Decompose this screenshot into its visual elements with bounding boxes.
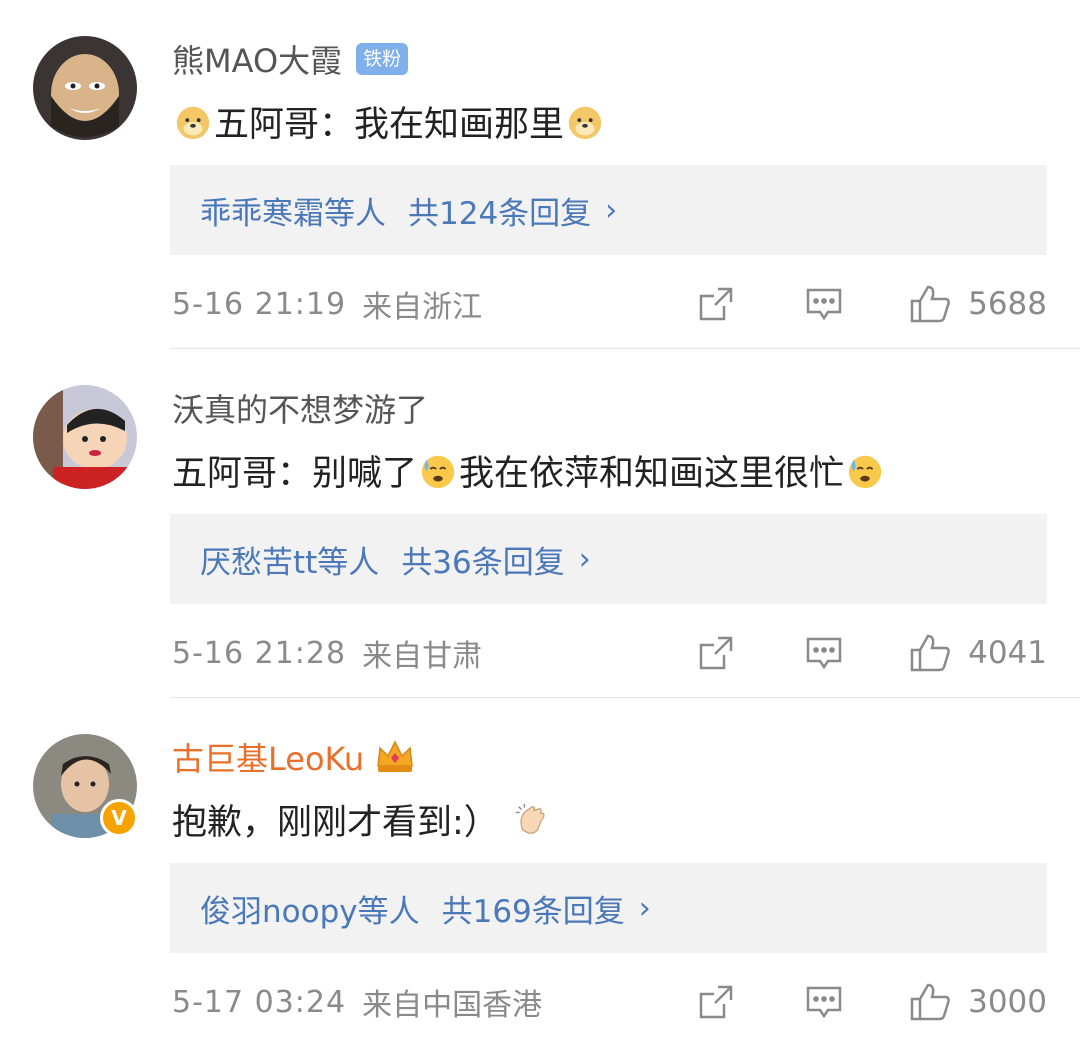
location: 来自浙江 [362, 290, 483, 325]
timestamp: 5-16 21:19 [172, 286, 347, 322]
location: 来自甘肃 [362, 639, 483, 674]
comment-meta: 5-17 03:24 来自中国香港 3000 [172, 980, 1047, 1024]
fan-badge: 铁粉 [356, 43, 409, 75]
thumbs-up-icon[interactable] [908, 283, 952, 325]
username[interactable]: 沃真的不想梦游了 [172, 385, 428, 431]
timestamp: 5-17 03:24 [172, 984, 347, 1020]
comment-text: 五阿哥：别喊了 我在依萍和知画这里很忙 [172, 445, 886, 496]
comment-icon[interactable] [804, 982, 844, 1022]
share-icon[interactable] [696, 284, 736, 324]
doge-emoji [568, 106, 602, 139]
thumbs-up-icon[interactable] [908, 632, 952, 674]
comment-item: 沃真的不想梦游了 五阿哥：别喊了 我在依萍和知画这里很忙 厌愁苦tt等人 共36… [0, 349, 1080, 698]
sweat-emoji [421, 455, 455, 488]
comment-text-part: 我在依萍和知画这里很忙 [459, 454, 845, 494]
like-count: 5688 [968, 286, 1047, 322]
comment-text-body: 抱歉，刚刚才看到:） [172, 803, 499, 843]
comment-text-part: 五阿哥：别喊了 [172, 454, 418, 494]
username[interactable]: 古巨基LeoKu [172, 734, 364, 780]
reply-count: 共169条回复 [441, 893, 625, 930]
comment-item: 熊MAO大霞 铁粉 五阿哥：我在知画那里 乖乖寒霜等人 共124条回复 › 5-… [0, 0, 1080, 349]
reply-users: 乖乖寒霜等人 [200, 195, 386, 232]
sweat-emoji [848, 455, 882, 488]
avatar[interactable] [33, 385, 137, 489]
chevron-right-icon: › [605, 192, 618, 228]
comment-meta: 5-16 21:28 来自甘肃 4041 [172, 631, 1047, 675]
clap-emoji [515, 803, 545, 834]
chevron-right-icon: › [578, 541, 591, 577]
reply-users: 俊羽noopy等人 [200, 893, 420, 930]
timestamp: 5-16 21:28 [172, 635, 347, 671]
verified-badge: V [100, 799, 138, 837]
reply-users: 厌愁苦tt等人 [200, 544, 380, 581]
comment-text: 抱歉，刚刚才看到:） [172, 794, 553, 845]
share-icon[interactable] [696, 982, 736, 1022]
comment-item: V 古巨基LeoKu 抱歉，刚刚才看到:） 俊羽noopy等人 共169条回复 … [0, 698, 1080, 1047]
doge-emoji [176, 106, 210, 139]
avatar[interactable] [33, 36, 137, 140]
reply-preview[interactable]: 厌愁苦tt等人 共36条回复 › [170, 514, 1047, 604]
share-icon[interactable] [696, 633, 736, 673]
reply-count: 共124条回复 [408, 195, 592, 232]
chevron-right-icon: › [638, 890, 651, 926]
like-count: 3000 [968, 984, 1047, 1020]
crown-icon [377, 740, 414, 772]
thumbs-up-icon[interactable] [908, 981, 952, 1023]
reply-count: 共36条回复 [401, 544, 565, 581]
reply-preview[interactable]: 俊羽noopy等人 共169条回复 › [170, 863, 1047, 953]
like-count: 4041 [968, 635, 1047, 671]
comment-meta: 5-16 21:19 来自浙江 5688 [172, 282, 1047, 326]
location: 来自中国香港 [362, 988, 543, 1023]
comment-icon[interactable] [804, 284, 844, 324]
username[interactable]: 熊MAO大霞 [172, 36, 342, 82]
comment-text-body: 五阿哥：我在知画那里 [214, 105, 565, 145]
reply-preview[interactable]: 乖乖寒霜等人 共124条回复 › [170, 165, 1047, 255]
comment-icon[interactable] [804, 633, 844, 673]
comment-text: 五阿哥：我在知画那里 [172, 96, 606, 147]
